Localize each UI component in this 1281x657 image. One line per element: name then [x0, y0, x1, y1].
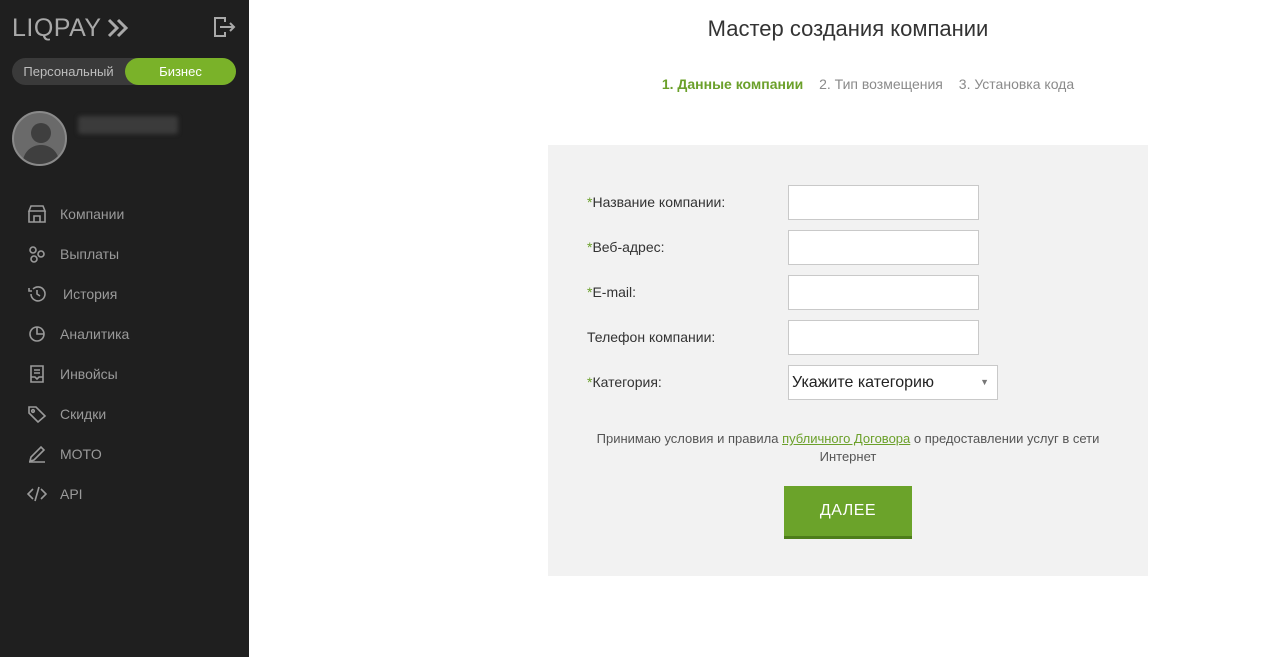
email-label: *E-mail:: [587, 284, 637, 300]
web-address-label: *Веб-адрес:: [587, 239, 665, 255]
step-reimbursement-type[interactable]: 2. Тип возмещения: [819, 76, 943, 92]
dropdown-arrow-icon: ▼: [980, 377, 989, 387]
account-type-toggle[interactable]: Персональный Бизнес: [12, 58, 236, 85]
web-address-row: *Веб-адрес:: [587, 230, 1007, 265]
public-contract-link[interactable]: публичного Договора: [782, 431, 910, 446]
sidebar-item-discounts[interactable]: Скидки: [0, 394, 249, 434]
sidebar-item-label: История: [63, 286, 118, 302]
company-form-panel: *Название компании: *Веб-адрес: *E-mail:…: [548, 145, 1148, 576]
email-row: *E-mail:: [587, 275, 1007, 310]
sidebar-item-label: Скидки: [60, 406, 107, 422]
sidebar-item-label: MOTO: [60, 446, 102, 462]
step-company-data[interactable]: 1. Данные компании: [662, 76, 803, 92]
sidebar-item-label: API: [60, 486, 83, 502]
sidebar-item-companies[interactable]: Компании: [0, 194, 249, 234]
toggle-business[interactable]: Бизнес: [125, 58, 236, 85]
web-address-input[interactable]: [788, 230, 979, 265]
step-code-install[interactable]: 3. Установка кода: [959, 76, 1074, 92]
category-row: *Категория: Укажите категорию ▼: [587, 365, 1007, 400]
phone-row: Телефон компании:: [587, 320, 1007, 355]
company-name-row: *Название компании:: [587, 185, 1007, 220]
tag-icon: [26, 404, 48, 424]
page-title: Мастер создания компании: [707, 16, 989, 41]
user-silhouette-icon: [22, 123, 60, 164]
logout-icon[interactable]: [212, 16, 236, 38]
phone-label: Телефон компании:: [587, 329, 716, 345]
sidebar-item-payouts[interactable]: Выплаты: [0, 234, 249, 274]
company-name-input[interactable]: [788, 185, 979, 220]
terms-text: Принимаю условия и правила публичного До…: [596, 431, 1100, 464]
sidebar-item-label: Выплаты: [60, 246, 120, 262]
sidebar-item-label: Инвойсы: [60, 366, 118, 382]
sidebar-item-history[interactable]: История: [0, 274, 249, 314]
company-name-label: *Название компании:: [587, 194, 726, 210]
double-chevron-icon: [106, 17, 130, 39]
email-input[interactable]: [788, 275, 979, 310]
wizard-steps: 1. Данные компании 2. Тип возмещения 3. …: [548, 76, 1188, 92]
invoice-icon: [26, 364, 48, 384]
sidebar-item-label: Компании: [60, 206, 125, 222]
code-icon: [26, 484, 48, 504]
logo-text: LIQPAY: [12, 13, 102, 42]
next-button[interactable]: ДАЛЕЕ: [784, 486, 912, 539]
liqpay-logo[interactable]: LIQPAY: [12, 14, 130, 42]
sidebar-item-analytics[interactable]: Аналитика: [0, 314, 249, 354]
pen-icon: [26, 444, 48, 464]
phone-input[interactable]: [788, 320, 979, 355]
sidebar: LIQPAY Персональный Бизнес Компании Выпл…: [0, 0, 249, 657]
store-icon: [26, 204, 48, 224]
category-label: *Категория:: [587, 374, 662, 390]
sidebar-item-moto[interactable]: MOTO: [0, 434, 249, 474]
category-select[interactable]: Укажите категорию ▼: [788, 365, 998, 400]
history-icon: [26, 284, 48, 304]
coins-icon: [26, 244, 48, 264]
sidebar-nav: Компании Выплаты История Аналитика Инвой…: [0, 194, 249, 514]
avatar[interactable]: [12, 111, 67, 166]
category-select-value: Укажите категорию: [792, 374, 934, 391]
sidebar-item-label: Аналитика: [60, 326, 130, 342]
username-blurred: [78, 116, 178, 134]
sidebar-item-invoices[interactable]: Инвойсы: [0, 354, 249, 394]
toggle-personal[interactable]: Персональный: [12, 58, 125, 85]
sidebar-item-api[interactable]: API: [0, 474, 249, 514]
pie-chart-icon: [26, 324, 48, 344]
